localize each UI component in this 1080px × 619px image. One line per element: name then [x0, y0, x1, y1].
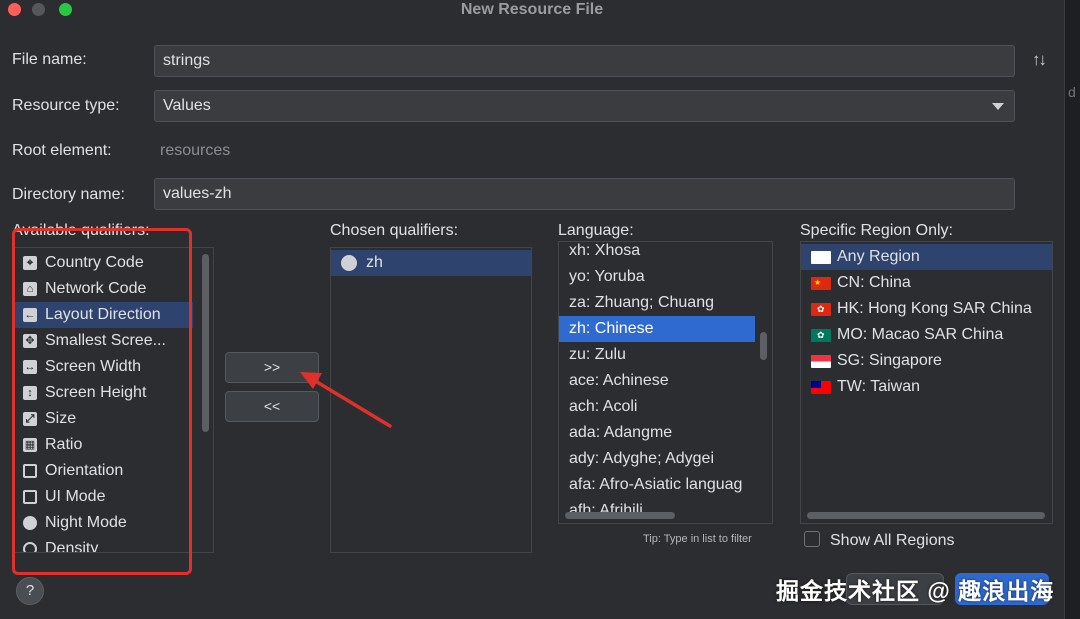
region-item-cn[interactable]: ★ CN: China [801, 270, 1052, 296]
language-item[interactable]: zu: Zulu [559, 342, 755, 368]
file-name-input[interactable]: strings [154, 45, 1015, 77]
region-list[interactable]: Any Region ★ CN: China ✿ HK: Hong Kong S… [800, 241, 1053, 524]
show-all-regions-label: Show All Regions [830, 532, 955, 549]
language-item[interactable]: ace: Achinese [559, 368, 755, 394]
language-item[interactable]: ady: Adyghe; Adygei [559, 446, 755, 472]
filter-tip: Tip: Type in list to filter [643, 533, 752, 545]
title-bar: New Resource File [0, 0, 1064, 22]
language-horizontal-scrollbar[interactable] [565, 512, 675, 519]
singapore-flag-icon [811, 355, 831, 368]
region-item-mo[interactable]: ✿ MO: Macao SAR China [801, 322, 1052, 348]
root-element-label: Root element: [12, 142, 112, 159]
language-item[interactable]: ach: Acoli [559, 394, 755, 420]
region-item-sg[interactable]: SG: Singapore [801, 348, 1052, 374]
annotation-arrow [300, 372, 392, 428]
region-label: Specific Region Only: [800, 222, 953, 239]
window-title: New Resource File [460, 1, 604, 18]
language-item[interactable]: yo: Yoruba [559, 264, 755, 290]
language-item[interactable]: za: Zhuang; Chuang [559, 290, 755, 316]
hong-kong-flag-icon: ✿ [811, 303, 831, 316]
show-all-regions-checkbox[interactable] [804, 531, 820, 547]
china-flag-icon: ★ [811, 277, 831, 290]
directory-name-input[interactable]: values-zh [154, 178, 1015, 210]
blank-flag-icon [811, 251, 831, 264]
language-item[interactable]: afa: Afro-Asiatic languag [559, 472, 755, 498]
help-button[interactable]: ? [16, 577, 44, 605]
language-list[interactable]: xh: Xhosa yo: Yoruba za: Zhuang; Chuang … [558, 241, 773, 524]
region-item-any[interactable]: Any Region [801, 244, 1052, 270]
language-item[interactable]: xh: Xhosa [559, 242, 755, 264]
watermark-text: 掘金技术社区 @ 趣浪出海 [776, 578, 1055, 604]
resource-type-label: Resource type: [12, 97, 120, 114]
resource-type-value: Values [163, 97, 211, 114]
chosen-qualifiers-label: Chosen qualifiers: [330, 222, 459, 239]
chosen-qualifier-zh[interactable]: zh [331, 250, 531, 276]
file-name-label: File name: [12, 51, 87, 68]
region-item-hk[interactable]: ✿ HK: Hong Kong SAR China [801, 296, 1052, 322]
root-element-value: resources [160, 142, 231, 159]
available-qualifiers-scrollbar[interactable] [202, 254, 209, 432]
background-window-glyph: d [1068, 84, 1076, 100]
annotation-highlight-box [12, 228, 192, 575]
language-item[interactable]: ada: Adangme [559, 420, 755, 446]
language-label: Language: [558, 222, 634, 239]
resource-type-select[interactable]: Values [154, 90, 1015, 122]
language-item[interactable]: afh: Afrihili [559, 498, 755, 512]
globe-icon [341, 255, 357, 271]
chevron-down-icon [992, 103, 1004, 110]
language-vertical-scrollbar[interactable] [760, 332, 767, 360]
region-item-tw[interactable]: TW: Taiwan [801, 374, 1052, 400]
directory-name-label: Directory name: [12, 186, 125, 203]
macao-flag-icon: ✿ [811, 329, 831, 342]
language-item-selected[interactable]: zh: Chinese [559, 316, 755, 342]
region-horizontal-scrollbar[interactable] [807, 512, 1045, 519]
taiwan-flag-icon [811, 381, 831, 394]
sort-order-icon[interactable]: ↑↓ [1032, 50, 1047, 70]
